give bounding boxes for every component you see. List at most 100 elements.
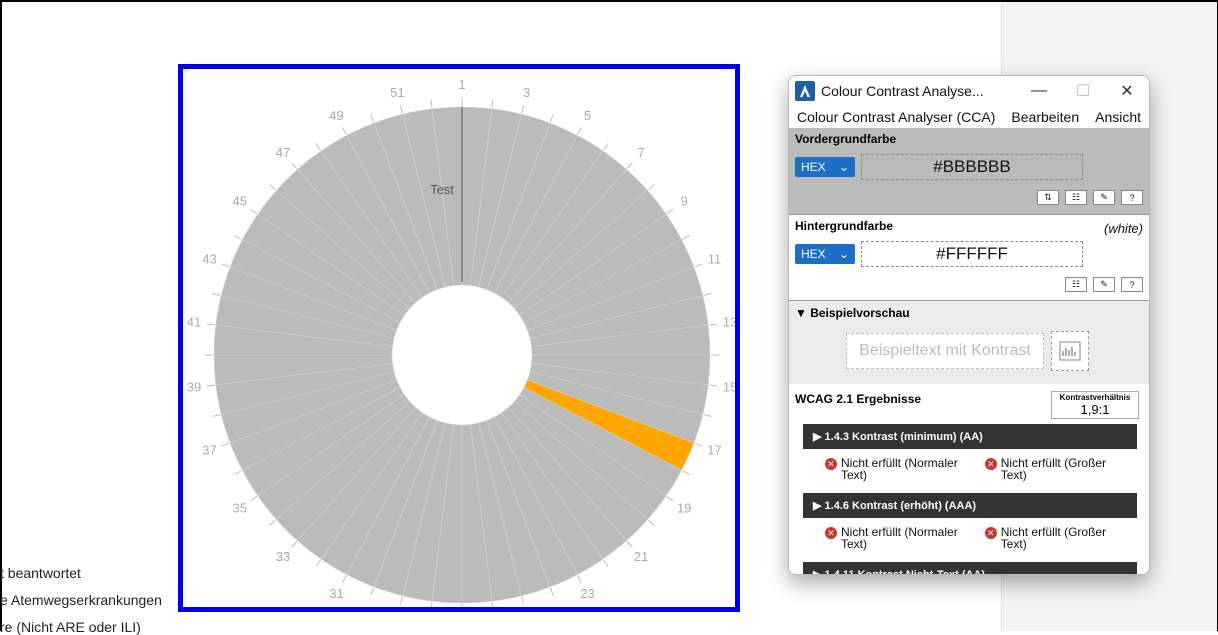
tick-31 — [342, 575, 347, 583]
menu-cca[interactable]: Colour Contrast Analyser (CCA) — [797, 109, 995, 125]
tick-50 — [370, 114, 375, 123]
tick-label-33: 33 — [276, 549, 290, 564]
criterion-1-4-11-toggle[interactable]: ▶ 1.4.11 Kontrast Nicht-Text (AA) — [803, 562, 1137, 574]
preview-sample-text: Beispieltext mit Kontrast — [846, 333, 1044, 369]
tick-41 — [206, 323, 215, 326]
cca-window[interactable]: Colour Contrast Analyse... — ☐ ✕ Colour … — [788, 75, 1150, 575]
result-normal-label: Nicht erfüllt (Normaler Text) — [841, 525, 958, 551]
menu-ansicht[interactable]: Ansicht — [1095, 109, 1141, 125]
test-marker-label: Test — [430, 182, 454, 197]
tick-30 — [370, 587, 375, 596]
tick-36 — [234, 470, 242, 475]
tick-label-25: 25 — [519, 609, 533, 612]
eyedropper-icon[interactable]: ✎ — [1093, 190, 1115, 205]
tick-10 — [682, 235, 690, 240]
tick-label-49: 49 — [329, 108, 343, 123]
foreground-hex-input[interactable]: #BBBBBB — [861, 154, 1083, 180]
tick-label-31: 31 — [329, 586, 343, 601]
preview-image-icon — [1051, 331, 1089, 371]
tick-37 — [221, 442, 230, 447]
foreground-label: Vordergrundfarbe — [795, 132, 897, 146]
fail-icon: ✕ — [825, 527, 837, 539]
tick-48 — [315, 143, 321, 151]
sliders-icon[interactable]: ☷ — [1065, 277, 1087, 292]
eyedropper-icon[interactable]: ✎ — [1093, 277, 1115, 292]
fail-icon: ✕ — [984, 527, 997, 539]
contrast-ratio-box: Kontrastverhältnis 1,9:1 — [1051, 391, 1139, 419]
tick-label-15: 15 — [723, 380, 737, 395]
tick-43 — [221, 263, 230, 268]
tick-label-21: 21 — [634, 549, 648, 564]
tick-label-29: 29 — [390, 609, 404, 612]
tick-52 — [430, 99, 433, 108]
tick-7 — [626, 162, 633, 169]
minimize-button[interactable]: — — [1017, 76, 1061, 106]
tick-24 — [549, 587, 554, 596]
tick-46 — [269, 184, 276, 191]
tick-label-41: 41 — [187, 314, 201, 329]
tick-11 — [694, 263, 703, 268]
tick-label-23: 23 — [580, 586, 594, 601]
tick-22 — [603, 559, 609, 567]
background-color-name: (white) — [1103, 221, 1143, 236]
result-large-text: ✕ Nicht erfüllt (Großer Text) — [984, 457, 1135, 481]
background-text-2: e Atemwegserkrankungen — [0, 592, 162, 608]
tick-49 — [342, 127, 347, 135]
preview-toggle[interactable]: ▼ Beispielvorschau — [795, 306, 1143, 320]
foreground-section: Vordergrundfarbe HEX ⌄ #BBBBBB ⇅ ☷ ✎ ? — [789, 128, 1149, 214]
tick-29 — [400, 596, 403, 605]
tick-44 — [234, 235, 242, 240]
maximize-button[interactable]: ☐ — [1061, 76, 1105, 106]
tick-6 — [603, 143, 609, 151]
foreground-format-label: HEX — [801, 160, 826, 174]
sliders-icon[interactable]: ☷ — [1065, 190, 1087, 205]
tick-label-7: 7 — [637, 145, 644, 160]
tick-16 — [703, 414, 712, 417]
swap-colors-icon[interactable]: ⇅ — [1037, 190, 1059, 205]
menu-bearbeiten[interactable]: Bearbeiten — [1011, 109, 1079, 125]
tick-45 — [250, 208, 258, 214]
result-large-label: Nicht erfüllt (Großer Text) — [1000, 525, 1107, 551]
criterion-1-4-6-toggle[interactable]: ▶ 1.4.6 Kontrast (erhöht) (AAA) — [803, 493, 1137, 518]
tick-label-1: 1 — [458, 77, 465, 92]
donut-chart: 1357911131517192123252729313335373941434… — [187, 77, 737, 612]
tick-label-11: 11 — [708, 251, 722, 266]
tick-23 — [577, 575, 582, 583]
result-large-text: ✕ Nicht erfüllt (Großer Text) — [984, 525, 1135, 551]
background-format-select[interactable]: HEX ⌄ — [795, 244, 855, 264]
criterion-1-4-6-results: ✕ Nicht erfüllt (Normaler Text) ✕ Nicht … — [825, 526, 1135, 550]
criterion-1-4-3-toggle[interactable]: ▶ 1.4.3 Kontrast (minimum) (AA) — [803, 424, 1137, 449]
menu-bar: Colour Contrast Analyser (CCA) Bearbeite… — [789, 106, 1149, 128]
tick-34 — [269, 519, 276, 526]
tick-label-51: 51 — [390, 85, 404, 100]
background-text-3: re (Nicht ARE oder ILI) — [0, 619, 141, 635]
tick-13 — [709, 323, 718, 326]
results-section: WCAG 2.1 Ergebnisse Kontrastverhältnis 1… — [789, 384, 1149, 574]
tick-label-47: 47 — [276, 145, 290, 160]
help-icon[interactable]: ? — [1121, 277, 1143, 292]
chevron-down-icon: ⌄ — [838, 247, 849, 261]
help-icon[interactable]: ? — [1121, 190, 1143, 205]
tick-19 — [666, 496, 674, 502]
tick-33 — [291, 541, 298, 548]
window-title: Colour Contrast Analyse... — [821, 83, 984, 99]
contrast-ratio-label: Kontrastverhältnis — [1059, 393, 1131, 402]
tick-17 — [694, 442, 703, 447]
background-label: Hintergrundfarbe — [795, 219, 894, 233]
tick-label-17: 17 — [707, 443, 721, 458]
tick-label-3: 3 — [523, 85, 530, 100]
tick-label-39: 39 — [187, 380, 201, 395]
title-bar[interactable]: Colour Contrast Analyse... — ☐ ✕ — [789, 76, 1149, 106]
foreground-format-select[interactable]: HEX ⌄ — [795, 157, 855, 177]
tick-21 — [626, 541, 633, 548]
result-normal-text: ✕ Nicht erfüllt (Normaler Text) — [825, 457, 985, 481]
tick-label-37: 37 — [202, 443, 216, 458]
tick-3 — [521, 105, 524, 114]
result-normal-label: Nicht erfüllt (Normaler Text) — [841, 456, 958, 482]
background-format-label: HEX — [801, 247, 826, 261]
tick-label-13: 13 — [723, 314, 737, 329]
close-button[interactable]: ✕ — [1105, 76, 1149, 106]
background-hex-input[interactable]: #FFFFFF — [861, 241, 1083, 267]
tick-2 — [491, 99, 494, 108]
tick-8 — [648, 184, 655, 191]
